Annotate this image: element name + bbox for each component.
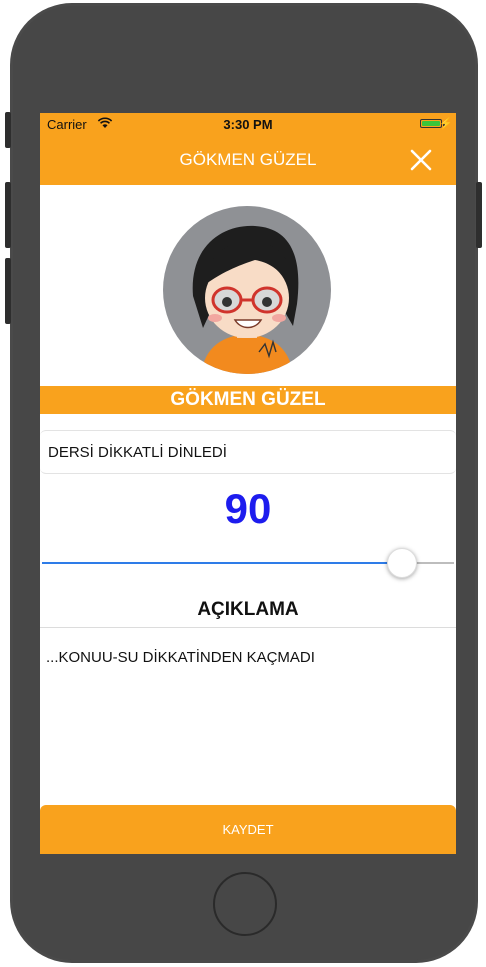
score-slider[interactable] xyxy=(42,546,454,580)
power-button xyxy=(476,182,482,248)
divider xyxy=(40,627,456,628)
status-time: 3:30 PM xyxy=(223,117,273,132)
slider-thumb[interactable] xyxy=(387,548,417,578)
battery-level xyxy=(422,121,440,126)
volume-up-button xyxy=(5,182,11,248)
close-icon[interactable] xyxy=(408,147,434,173)
home-button[interactable] xyxy=(213,872,277,936)
behavior-field[interactable]: DERSİ DİKKATLİ DİNLEDİ xyxy=(40,430,456,474)
save-button[interactable]: KAYDET xyxy=(40,805,456,854)
navigation-bar: GÖKMEN GÜZEL xyxy=(40,135,456,185)
behavior-label: DERSİ DİKKATLİ DİNLEDİ xyxy=(48,444,227,461)
nav-title: GÖKMEN GÜZEL xyxy=(179,150,317,169)
description-text[interactable]: ...KONUU-SU DİKKATİNDEN KAÇMADI xyxy=(46,649,315,666)
app-screen: Carrier 3:30 PM ⚡ GÖKMEN GÜZEL GÖKMEN GÜ… xyxy=(40,113,456,854)
status-bar: Carrier 3:30 PM ⚡ xyxy=(40,113,456,135)
charging-bolt-icon: ⚡ xyxy=(439,118,453,130)
avatar xyxy=(163,206,331,374)
mute-switch xyxy=(5,112,11,148)
slider-track-filled xyxy=(42,562,402,564)
student-name-banner: GÖKMEN GÜZEL xyxy=(40,386,456,414)
volume-down-button xyxy=(5,258,11,324)
avatar-illustration xyxy=(192,225,299,374)
score-value: 90 xyxy=(224,485,272,532)
description-title: AÇIKLAMA xyxy=(197,599,299,620)
